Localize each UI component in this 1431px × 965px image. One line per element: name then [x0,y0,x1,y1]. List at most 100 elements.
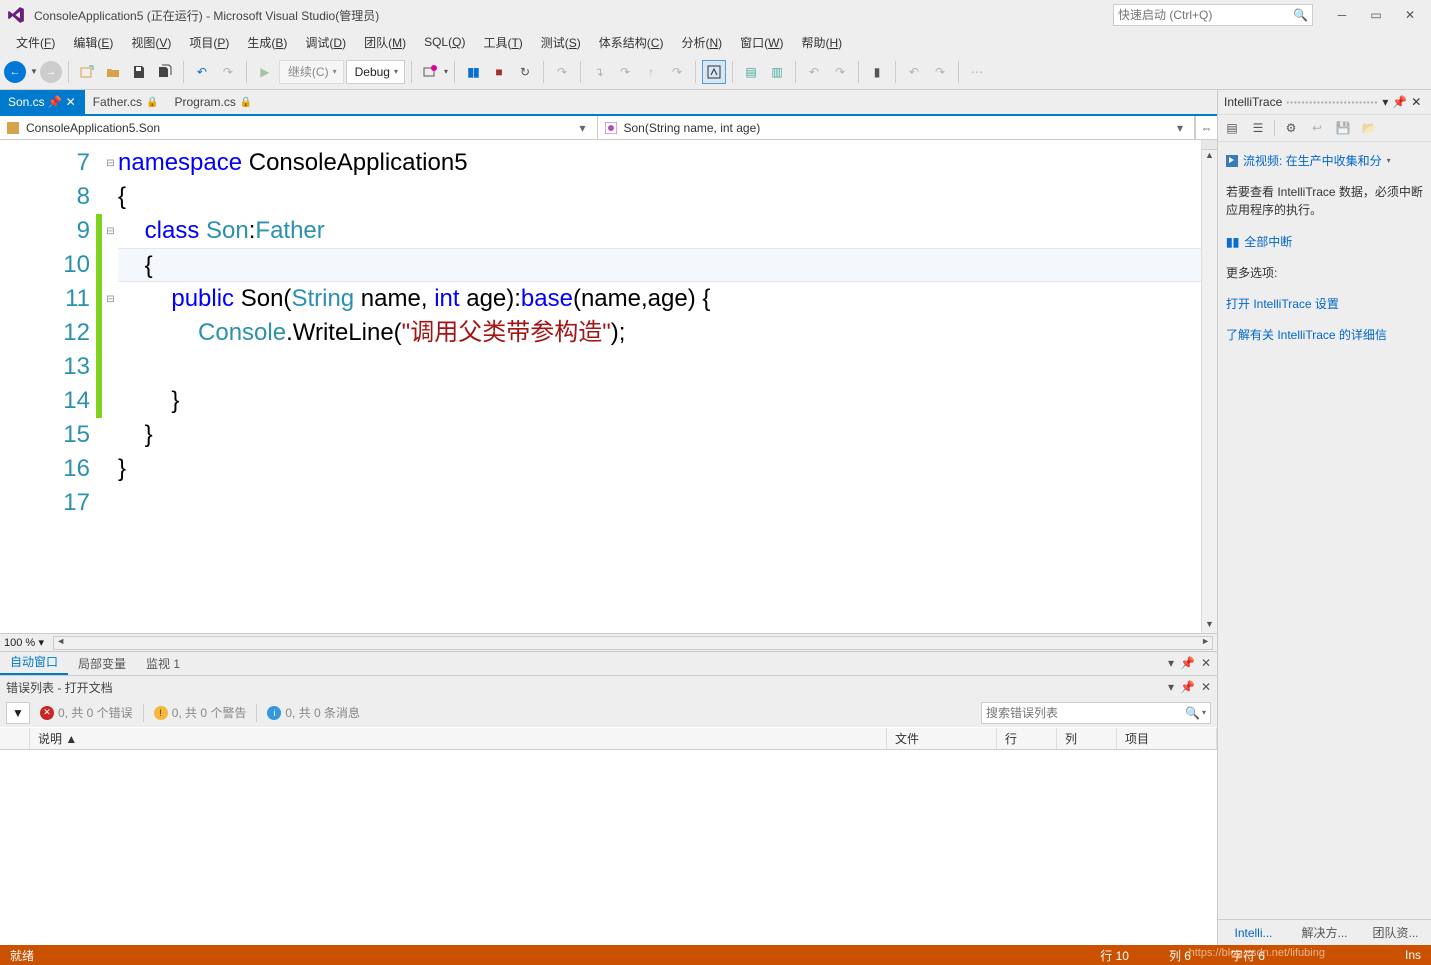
step-icon[interactable]: ↷ [665,60,689,84]
redo2-icon[interactable]: ↷ [828,60,852,84]
window-position-icon[interactable]: ▾ [1382,95,1388,109]
tab-Father.cs[interactable]: Father.cs 🔒 [85,90,167,114]
menu-D[interactable]: 调试(D) [297,31,354,54]
split-handle[interactable] [1202,140,1217,150]
error-col[interactable]: 行 [997,728,1057,749]
diag-events-icon[interactable]: ▤ [1222,118,1242,138]
open-file-icon[interactable] [101,60,125,84]
config-dropdown[interactable]: Debug▾ [346,60,405,84]
tab-Son.cs[interactable]: Son.cs 📌 ✕ [0,90,85,114]
window-position-icon[interactable]: ▾ [1168,656,1174,670]
nav-back-dropdown[interactable]: ▼ [30,67,38,76]
nav-forward-button[interactable]: → [40,61,62,83]
close-button[interactable]: ✕ [1395,5,1425,25]
debug-tab-局部变量[interactable]: 局部变量 [68,652,136,675]
split-icon[interactable]: ⇔ [1195,116,1217,139]
warning-count-toggle[interactable]: ! 0, 共 0 个警告 [154,704,247,721]
nav-prev-icon[interactable]: ↶ [902,60,926,84]
minimize-button[interactable]: ─ [1327,5,1357,25]
intellitrace-icon[interactable] [702,60,726,84]
nav-back-button[interactable]: ← [4,61,26,83]
quick-launch-box[interactable]: 🔍 [1113,4,1313,26]
quick-launch-input[interactable] [1118,8,1293,22]
error-col[interactable]: 项目 [1117,728,1217,749]
pin-icon[interactable]: 📌 [1180,656,1195,670]
menu-F[interactable]: 文件(F) [8,31,63,54]
maximize-button[interactable]: ▭ [1361,5,1391,25]
error-col[interactable]: 列 [1057,728,1117,749]
break-all-link[interactable]: ▮▮ 全部中断 [1226,233,1423,250]
pin-icon[interactable]: 📌 [1180,680,1195,694]
show-next-icon[interactable]: ↷ [550,60,574,84]
calls-view-icon[interactable]: ☰ [1248,118,1268,138]
debug-tab-自动窗口[interactable]: 自动窗口 [0,650,68,675]
step-over-icon[interactable]: ↷ [613,60,637,84]
gear-icon[interactable]: ⚙ [1281,118,1301,138]
horizontal-scrollbar[interactable] [53,636,1213,650]
undo2-icon[interactable]: ↶ [802,60,826,84]
side-tab[interactable]: Intelli... [1218,922,1289,944]
error-search-box[interactable]: 🔍 ▾ [981,702,1211,724]
filter-dropdown[interactable]: ▼ [6,702,30,724]
error-list-body[interactable] [0,750,1217,945]
search-dd-icon[interactable]: ▾ [1202,708,1206,717]
menu-W[interactable]: 窗口(W) [732,31,791,54]
menu-M[interactable]: 团队(M) [356,31,414,54]
message-count-toggle[interactable]: i 0, 共 0 条消息 [267,704,360,721]
close-icon[interactable]: ✕ [1201,680,1211,694]
learn-more-link[interactable]: 了解有关 IntelliTrace 的详细信 [1226,326,1423,343]
process-icon[interactable] [418,60,442,84]
process-dd[interactable]: ▾ [444,67,448,76]
error-col[interactable]: 文件 [887,728,997,749]
misc-icon[interactable]: ⋯ [965,60,989,84]
zoom-dropdown[interactable]: ▾ [35,636,47,649]
code-editor[interactable]: 7891011121314151617 ⊟⊟⊟ namespace Consol… [0,140,1217,633]
error-col[interactable] [0,728,30,749]
menu-C[interactable]: 体系结构(C) [591,31,672,54]
undo-icon[interactable]: ↶ [190,60,214,84]
new-project-icon[interactable] [75,60,99,84]
error-col[interactable]: 说明 ▲ [30,728,887,749]
menu-S[interactable]: 测试(S) [533,31,589,54]
stop-icon[interactable]: ■ [487,60,511,84]
menu-Q[interactable]: SQL(Q) [416,32,473,52]
save-all-icon[interactable] [153,60,177,84]
menu-P[interactable]: 项目(P) [181,31,237,54]
open-icon[interactable]: 📂 [1359,118,1379,138]
vertical-scrollbar[interactable]: ▲▼ [1201,140,1217,633]
zoom-level[interactable]: 100 % [4,637,35,649]
uncomment-icon[interactable]: ▥ [765,60,789,84]
error-search-input[interactable] [986,706,1185,720]
menu-N[interactable]: 分析(N) [673,31,730,54]
close-icon[interactable]: ✕ [65,96,77,108]
pin-icon[interactable]: 📌 [49,96,61,108]
continue-button[interactable]: 继续(C)▾ [279,60,344,84]
step-into-icon[interactable]: ↴ [587,60,611,84]
menu-V[interactable]: 视图(V) [123,31,179,54]
menu-E[interactable]: 编辑(E) [65,31,121,54]
open-settings-link[interactable]: 打开 IntelliTrace 设置 [1226,295,1423,312]
scope-member-dropdown[interactable]: Son(String name, int age) ▾ [598,116,1196,139]
side-tab[interactable]: 解决方... [1289,920,1360,945]
step-out-icon[interactable]: ↑ [639,60,663,84]
menu-T[interactable]: 工具(T) [475,31,530,54]
window-position-icon[interactable]: ▾ [1168,680,1174,694]
nav-next-icon[interactable]: ↷ [928,60,952,84]
nav-back-icon[interactable]: ↩ [1307,118,1327,138]
pin-icon[interactable]: 📌 [1392,95,1407,109]
scope-class-dropdown[interactable]: ConsoleApplication5.Son ▾ [0,116,598,139]
save-icon[interactable] [127,60,151,84]
restart-icon[interactable]: ↻ [513,60,537,84]
menu-H[interactable]: 帮助(H) [793,31,850,54]
redo-icon[interactable]: ↷ [216,60,240,84]
debug-tab-监视 1[interactable]: 监视 1 [136,652,190,675]
close-icon[interactable]: ✕ [1201,656,1211,670]
pause-icon[interactable]: ▮▮ [461,60,485,84]
comment-icon[interactable]: ▤ [739,60,763,84]
error-count-toggle[interactable]: ✕ 0, 共 0 个错误 [40,704,133,721]
bookmark-icon[interactable]: ▮ [865,60,889,84]
save-icon[interactable]: 💾 [1333,118,1353,138]
tab-Program.cs[interactable]: Program.cs 🔒 [167,90,261,114]
video-link[interactable]: 流视频: 在生产中收集和分 ▾ [1226,152,1423,169]
close-icon[interactable]: ✕ [1411,95,1421,109]
